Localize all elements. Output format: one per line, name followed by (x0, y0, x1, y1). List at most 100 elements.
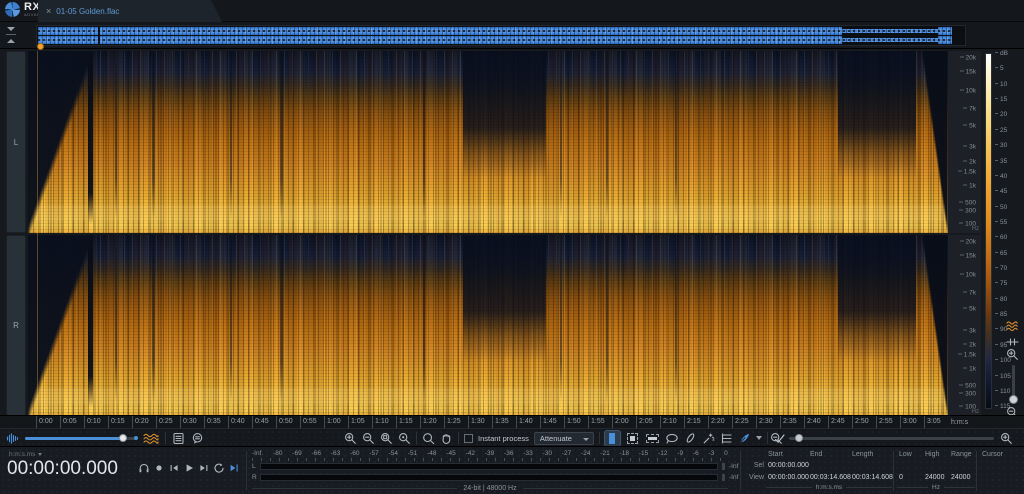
tab-close-icon[interactable]: × (46, 6, 51, 16)
col-header-start: Start (768, 451, 783, 458)
db-tick-label: 10 (995, 81, 1021, 89)
spectrogram-texture (28, 235, 948, 416)
brush-selection-tool[interactable] (684, 432, 697, 445)
panel-divider (976, 451, 977, 491)
record-button[interactable] (153, 462, 165, 474)
time-format-selector[interactable]: h:m:s.ms (9, 451, 42, 458)
zoom-out-icon[interactable] (362, 432, 375, 445)
spectrogram-right-channel[interactable] (28, 235, 948, 416)
collapse-overview-icon[interactable] (6, 27, 16, 43)
frequency-selection-tool[interactable] (645, 431, 660, 446)
freq-tick-label: 2k (963, 342, 976, 349)
file-tab[interactable]: × 01-05 Golden.flac (38, 0, 222, 22)
db-color-scale-bar[interactable] (985, 53, 992, 409)
panel-divider (893, 451, 894, 491)
db-tick-label: 70 (995, 266, 1021, 273)
spectrogram-left-channel[interactable] (28, 51, 948, 233)
tool-options-caret-icon[interactable] (755, 436, 762, 440)
spectral-brush-tool[interactable] (738, 432, 751, 445)
db-header-label: dB (995, 50, 1021, 58)
horizontal-zoom-slider[interactable] (789, 432, 994, 444)
channel-strip-left[interactable]: L (6, 51, 26, 233)
time-selection-tool[interactable] (603, 429, 621, 447)
freq-tick-label: 5k (963, 122, 976, 129)
waveform-view-icon[interactable] (6, 432, 19, 445)
vertical-zoom-knob[interactable] (1009, 395, 1018, 404)
horizontal-zoom-in-icon[interactable] (1000, 432, 1013, 445)
meter-row-left: L -Inf (252, 462, 738, 470)
play-button[interactable] (183, 462, 195, 474)
zoom-in-icon[interactable] (344, 432, 357, 445)
freq-unit-footer: Hz (897, 484, 975, 491)
view-start-value[interactable]: 00:00:00.000 (768, 474, 809, 481)
blend-slider-knob[interactable] (119, 434, 128, 442)
clip-indicator[interactable] (722, 462, 725, 470)
freq-tick-label: 3k (963, 144, 976, 151)
go-to-start-button[interactable] (168, 462, 180, 474)
status-panel: h:m:s.ms 00:00:00.000 -Inf. -80 -69 -66 … (0, 446, 1024, 494)
db-tick-label: 50 (995, 204, 1021, 212)
module-dropdown-value: Attenuate (539, 433, 572, 443)
zoom-fit-icon[interactable] (398, 432, 411, 445)
view-end-value[interactable]: 00:03:14.608 (810, 474, 851, 481)
view-length-value[interactable]: 00:03:14.608 (852, 474, 893, 481)
lasso-selection-tool[interactable] (665, 432, 679, 445)
meter-scale-label: -80 (273, 450, 283, 457)
meter-scale: -Inf. -80 -69 -66 -63 -60 -57 -54 -51 -48 -45 -42 -3… (252, 450, 728, 457)
waveform-texture (842, 33, 939, 35)
magic-wand-tool[interactable] (702, 432, 715, 445)
waveform-texture (842, 42, 939, 44)
meter-scale-label: -54 (388, 450, 398, 457)
waveform-overview[interactable] (36, 25, 966, 46)
view-range-value[interactable]: 24000 (951, 474, 970, 481)
meter-scale-label: -Inf. (252, 450, 264, 457)
freq-tick-label: 7k (963, 289, 976, 296)
time-frequency-selection-tool[interactable] (625, 431, 640, 446)
freq-tick-label: 300 (959, 391, 976, 398)
time-ruler[interactable]: 0:00 0:05 0:10 0:15 0:20 0:25 0:30 0:35 0:40 0:45… (0, 415, 1024, 429)
rx-app-window: RX ADVANCED × 01-05 Golden.flac L R Hz 2… (0, 0, 1024, 494)
freq-tick-label: 3k (963, 327, 976, 334)
sel-start-value[interactable]: 00:00:00.000 (768, 462, 809, 469)
frequency-ruler-right[interactable]: Hz 20k 15k 10k 7k 5k 3k 2k 1.5k 1k 500 300 100 (948, 235, 981, 416)
loop-button[interactable] (213, 462, 225, 474)
freq-tick-label: 1.5k (958, 169, 976, 176)
horizontal-zoom-knob[interactable] (795, 434, 803, 442)
instant-process-checkbox[interactable] (464, 433, 473, 443)
view-high-value[interactable]: 24000 (925, 474, 944, 481)
panel-divider (740, 451, 741, 490)
module-dropdown[interactable]: Attenuate (533, 431, 594, 445)
waveform-quiet-gap (98, 27, 101, 35)
clip-indicator[interactable] (722, 473, 725, 481)
channel-label: L (13, 137, 19, 147)
freq-tick-label: 10k (960, 88, 976, 95)
playhead-marker[interactable] (37, 43, 44, 50)
spectrogram-view-icon[interactable] (143, 432, 159, 445)
event-list-icon[interactable] (172, 432, 185, 445)
magnifier-tool-icon[interactable] (422, 432, 435, 445)
freq-tick-label: 15k (960, 252, 976, 259)
go-to-end-button[interactable] (198, 462, 210, 474)
meter-scale-label: -63 (330, 450, 341, 457)
db-tick-label: 30 (995, 143, 1021, 150)
meter-scale-label: -30 (542, 450, 552, 457)
channel-strip-right[interactable]: R (6, 235, 26, 416)
overview-waveform-left (38, 27, 952, 35)
hand-tool-icon[interactable] (440, 432, 453, 445)
freq-tick-label: 5k (963, 306, 976, 313)
db-tick-label: 40 (995, 173, 1021, 181)
waveform-spectrogram-blend-slider[interactable] (25, 432, 138, 444)
play-selection-button[interactable] (228, 462, 240, 474)
frequency-ruler-left[interactable]: Hz 20k 15k 10k 7k 5k 3k 2k 1.5k 1k 500 300 100 (948, 51, 981, 233)
freq-tick-label: 500 (959, 199, 976, 206)
file-info-label: 24-bit | 48000 Hz (463, 485, 517, 492)
vertical-zoom-in-icon[interactable] (1006, 348, 1019, 366)
monitor-headphones-icon[interactable] (138, 462, 150, 474)
zoom-selection-icon[interactable] (380, 432, 393, 445)
comment-icon[interactable] (191, 432, 204, 445)
playhead-line (37, 51, 38, 416)
horizontal-zoom-out-icon[interactable] (770, 432, 783, 445)
harmonic-selection-tool[interactable] (720, 432, 733, 445)
view-low-value[interactable]: 0 (899, 474, 903, 481)
playhead-time-display[interactable]: 00:00:00.000 (7, 458, 118, 480)
